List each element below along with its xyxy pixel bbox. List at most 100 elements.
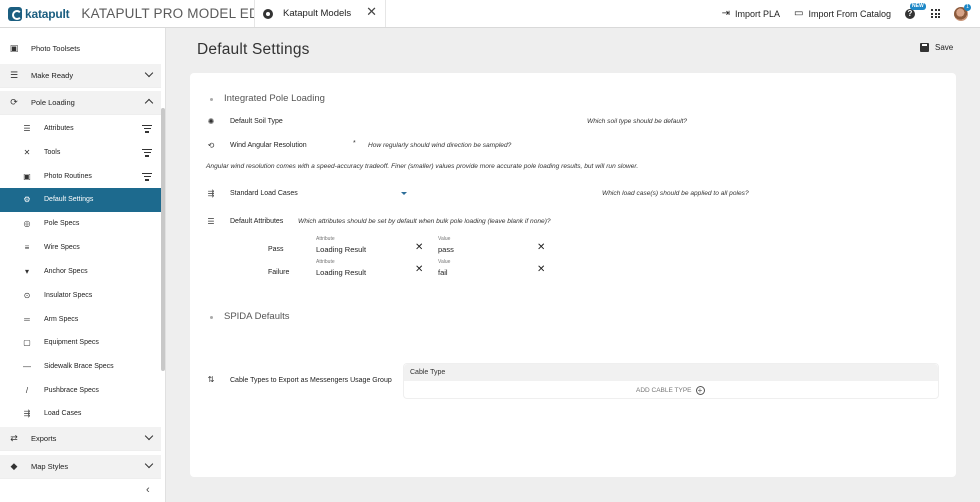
attributes-hint: Which attributes should be set by defaul… [298,218,551,225]
page-title: Default Settings [197,41,310,58]
filter-icon[interactable] [142,173,152,181]
sidebar-item-label: Default Settings [44,196,94,204]
user-avatar[interactable]: 1 [954,3,971,21]
pass-value-input[interactable]: pass [438,245,454,254]
import-icon: ⇥ [721,8,730,19]
filter-icon[interactable] [142,149,152,157]
sidebar-group-label: Make Ready [31,71,74,80]
make-ready-icon: ☰ [9,70,19,80]
sidebar-group-label: Exports [31,434,57,443]
soil-hint: Which soil type should be default? [587,118,688,125]
wind-angular-resolution-field[interactable]: Wind Angular Resolution [230,142,307,149]
photo-icon: ▣ [23,172,31,182]
chevron-down-icon [144,431,154,441]
tab-close-icon[interactable]: ✕ [366,4,377,20]
dropdown-caret-icon[interactable] [401,192,407,195]
sidebar-item-tools[interactable]: ✕ Tools [0,141,161,165]
sidebar-item-default-settings[interactable]: ⚙ Default Settings [0,188,161,212]
value-caption: Value [438,259,451,265]
main-content: Default Settings Save Integrated Pole Lo… [166,28,980,502]
clear-attribute-icon[interactable]: ✕ [415,265,423,275]
wire-icon: ≡ [24,243,30,253]
clear-value-icon[interactable]: ✕ [537,243,545,253]
clear-value-icon[interactable]: ✕ [537,265,545,275]
book-icon: ▭ [794,8,804,19]
sidebar-item-anchor-specs[interactable]: ▾ Anchor Specs [0,260,161,284]
sidebar-item-sidewalk-brace-specs[interactable]: — Sidewalk Brace Specs [0,355,161,379]
sidebar-item-equipment-specs[interactable]: ▢ Equipment Specs [0,331,161,355]
pass-attribute-input[interactable]: Loading Result [316,245,366,254]
sidebar-group-make-ready[interactable]: ☰ Make Ready [0,64,161,88]
sidebar-item-label: Pole Specs [44,220,80,228]
import-catalog-label: Import From Catalog [808,8,891,19]
import-pla-label: Import PLA [734,8,781,19]
equipment-icon: ▢ [23,338,31,348]
wind-hint: How regularly should wind direction be s… [368,142,512,149]
sidebar-item-attributes[interactable]: ☰ Attributes [0,117,161,141]
value-caption: Value [438,236,451,242]
sidebar-item-arm-specs[interactable]: ═ Arm Specs [0,308,161,332]
sidebar-group-exports[interactable]: ⇄ Exports [0,427,161,451]
pushbrace-icon: / [25,386,29,396]
list-icon: ☰ [207,217,215,226]
save-button[interactable]: Save [920,43,953,52]
globe-icon [263,8,273,19]
chevron-up-icon [144,98,154,108]
sidebar-item-load-cases[interactable]: ⇶ Load Cases [0,402,161,426]
help-icon[interactable]: ? NEW [905,2,926,19]
katapult-logo[interactable]: katapult [8,6,70,21]
sidebar-group-map-styles[interactable]: ◆ Map Styles [0,455,161,479]
help-glyph: ? [907,8,913,18]
chevron-down-icon [144,459,154,469]
cable-type-header: Cable Type [404,364,938,381]
load-cases-hint: Which load case(s) should be applied to … [602,190,749,197]
sidebar-item-pole-specs[interactable]: ◎ Pole Specs [0,212,161,236]
sidebar-group-label: Map Styles [31,462,69,471]
sidebar-group-photo-toolsets[interactable]: ▣ Photo Toolsets [0,36,161,60]
cable-icon: ⇅ [207,375,215,384]
section-bullet [210,316,213,319]
list-icon: ☰ [23,124,31,134]
filter-icon[interactable] [142,125,152,133]
wind-note: Angular wind resolution comes with a spe… [206,163,639,170]
add-cable-type-button[interactable]: ADD CABLE TYPE + [636,386,705,395]
top-actions: ⇥ Import PLA ▭ Import From Catalog ? NEW… [722,0,980,27]
load-cases-icon: ⇶ [23,409,31,419]
cable-type-table: Cable Type ADD CABLE TYPE + [403,363,939,399]
failure-attribute-input[interactable]: Loading Result [316,268,366,277]
sidebar-item-label: Anchor Specs [44,268,88,276]
sidebar-item-wire-specs[interactable]: ≡ Wire Specs [0,236,161,260]
plus-circle-icon: + [695,386,705,395]
tab-katapult-models[interactable]: Katapult Models ✕ [254,0,386,27]
katapult-logo-icon [8,6,22,21]
anchor-icon: ▾ [24,267,29,277]
logo-text: katapult [25,6,70,21]
sidebar-item-label: Insulator Specs [44,292,93,300]
failure-value-input[interactable]: fail [438,268,448,277]
add-cable-label: ADD CABLE TYPE [636,387,692,394]
sidebar-item-photo-routines[interactable]: ▣ Photo Routines [0,165,161,189]
sidebar-group-label: Photo Toolsets [31,43,81,53]
import-pla-button[interactable]: ⇥ Import PLA [722,8,780,19]
attribute-caption: Attribute [316,259,335,265]
default-soil-type-select[interactable]: Default Soil Type [230,118,283,125]
sidebar-item-label: Attributes [44,125,74,133]
import-from-catalog-button[interactable]: ▭ Import From Catalog [794,8,891,19]
failure-row-label: Failure [268,269,290,276]
pole-icon: ◎ [23,219,31,229]
collapse-sidebar-icon[interactable]: ‹ [146,484,150,496]
tools-icon: ✕ [23,148,31,158]
sidebar-item-insulator-specs[interactable]: ⊙ Insulator Specs [0,284,161,308]
exports-icon: ⇄ [10,433,18,443]
sidebar-item-label: Arm Specs [44,316,79,324]
sidebar-group-label: Pole Loading [31,98,75,107]
sidebar-item-pushbrace-specs[interactable]: / Pushbrace Specs [0,379,161,403]
cable-types-label: Cable Types to Export as Messengers Usag… [230,377,392,384]
gear-icon: ⚙ [23,195,31,205]
apps-grid-icon[interactable] [931,9,940,18]
sidebar-scrollbar[interactable] [161,108,165,371]
sidebar-group-pole-loading[interactable]: ⟳ Pole Loading [0,91,161,115]
sidewalk-brace-icon: — [23,362,31,372]
clear-attribute-icon[interactable]: ✕ [415,243,423,253]
standard-load-cases-select[interactable]: Standard Load Cases [230,190,298,197]
